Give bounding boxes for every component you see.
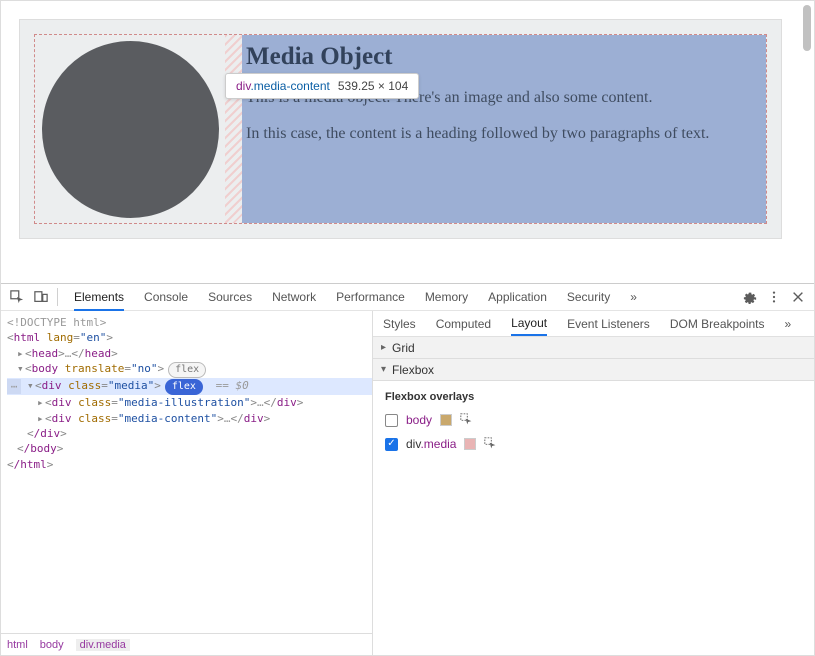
chevron-down-icon[interactable]: ▾ bbox=[381, 364, 386, 375]
dom-html-close[interactable]: </html> bbox=[7, 457, 372, 472]
page-scrollbar[interactable] bbox=[803, 5, 811, 279]
overlay-label-media[interactable]: div.media bbox=[406, 437, 456, 451]
breadcrumb-body[interactable]: body bbox=[40, 639, 64, 651]
tab-network[interactable]: Network bbox=[272, 290, 316, 305]
overlay-row-media: div.media bbox=[385, 437, 802, 451]
tooltip-classname: .media-content bbox=[250, 79, 329, 93]
expand-triangle-icon[interactable] bbox=[17, 346, 25, 361]
dom-head[interactable]: <head>…</head> bbox=[7, 346, 372, 361]
scrollbar-thumb[interactable] bbox=[803, 5, 811, 51]
dom-div-close[interactable]: </div> bbox=[7, 426, 372, 441]
device-toolbar-icon[interactable] bbox=[33, 289, 49, 305]
overlay-checkbox-media[interactable] bbox=[385, 438, 398, 451]
media-flex-overlay: Media Object This is a media object. The… bbox=[34, 34, 767, 224]
subtabs-overflow[interactable]: » bbox=[785, 317, 792, 331]
overlays-heading: Flexbox overlays bbox=[385, 391, 802, 403]
section-flexbox[interactable]: ▾ Flexbox bbox=[373, 359, 814, 381]
page-preview: Media Object This is a media object. The… bbox=[1, 1, 814, 283]
page-inner: Media Object This is a media object. The… bbox=[5, 5, 796, 279]
tab-performance[interactable]: Performance bbox=[336, 290, 405, 305]
media-container: Media Object This is a media object. The… bbox=[19, 19, 782, 239]
tooltip-tagname: div bbox=[236, 79, 250, 93]
dom-child-illustration[interactable]: <div class="media-illustration">…</div> bbox=[7, 395, 372, 410]
circle-image-placeholder bbox=[42, 41, 219, 218]
dom-tree[interactable]: <!DOCTYPE html> <html lang="en"> <head>…… bbox=[1, 311, 372, 633]
gutter-ellipsis-icon[interactable]: ⋯ bbox=[7, 379, 21, 394]
close-icon[interactable] bbox=[790, 289, 806, 305]
dom-doctype[interactable]: <!DOCTYPE html> bbox=[7, 315, 372, 330]
devtools-tabs: Elements Console Sources Network Perform… bbox=[74, 290, 734, 305]
tab-console[interactable]: Console bbox=[144, 290, 188, 305]
overlay-swatch-media[interactable] bbox=[464, 438, 476, 450]
dollar-zero-label: == $0 bbox=[209, 379, 249, 392]
tab-elements[interactable]: Elements bbox=[74, 290, 124, 311]
overlay-label-body[interactable]: body bbox=[406, 413, 432, 427]
media-heading: Media Object bbox=[246, 43, 760, 71]
subtab-layout[interactable]: Layout bbox=[511, 316, 547, 336]
subtab-event-listeners[interactable]: Event Listeners bbox=[567, 317, 650, 331]
tab-security[interactable]: Security bbox=[567, 290, 610, 305]
subtab-styles[interactable]: Styles bbox=[383, 317, 416, 331]
overlay-checkbox-body[interactable] bbox=[385, 414, 398, 427]
select-element-icon[interactable] bbox=[460, 413, 474, 427]
section-grid[interactable]: ▸ Grid bbox=[373, 337, 814, 359]
media-illustration bbox=[35, 35, 225, 223]
dom-breadcrumb: html body div.media bbox=[1, 633, 372, 655]
devtools-toolbar: Elements Console Sources Network Perform… bbox=[1, 283, 814, 311]
overlay-row-body: body bbox=[385, 413, 802, 427]
media-content-highlight: Media Object This is a media object. The… bbox=[242, 35, 766, 223]
breadcrumb-current[interactable]: div.media bbox=[76, 639, 130, 651]
flex-gap-hatching bbox=[225, 35, 242, 223]
tab-application[interactable]: Application bbox=[488, 290, 547, 305]
section-flexbox-label: Flexbox bbox=[392, 363, 434, 377]
subtab-computed[interactable]: Computed bbox=[436, 317, 491, 331]
tab-sources[interactable]: Sources bbox=[208, 290, 252, 305]
tooltip-dimensions: 539.25 × 104 bbox=[338, 79, 408, 93]
expand-triangle-icon[interactable] bbox=[37, 411, 45, 426]
tab-memory[interactable]: Memory bbox=[425, 290, 468, 305]
subtab-dom-breakpoints[interactable]: DOM Breakpoints bbox=[670, 317, 765, 331]
inspector-hover-tooltip: div.media-content 539.25 × 104 bbox=[225, 73, 419, 99]
dom-html-open[interactable]: <html lang="en"> bbox=[7, 330, 372, 345]
dom-child-content[interactable]: <div class="media-content">…</div> bbox=[7, 411, 372, 426]
chevron-right-icon[interactable]: ▸ bbox=[381, 342, 386, 353]
toolbar-separator bbox=[57, 288, 58, 306]
expand-triangle-icon[interactable] bbox=[37, 395, 45, 410]
gear-icon[interactable] bbox=[742, 289, 758, 305]
select-element-icon[interactable] bbox=[484, 437, 498, 451]
flexbox-panel: Flexbox overlays body div.media bbox=[373, 381, 814, 471]
inspect-element-icon[interactable] bbox=[9, 289, 25, 305]
styles-subtabs: Styles Computed Layout Event Listeners D… bbox=[373, 311, 814, 337]
tabs-overflow[interactable]: » bbox=[630, 290, 637, 305]
flex-badge[interactable]: flex bbox=[168, 362, 206, 378]
more-vertical-icon[interactable] bbox=[766, 289, 782, 305]
section-grid-label: Grid bbox=[392, 341, 415, 355]
dom-selected-node[interactable]: ⋯ <div class="media">flex == $0 bbox=[7, 378, 372, 395]
overlay-swatch-body[interactable] bbox=[440, 414, 452, 426]
expand-triangle-icon[interactable] bbox=[27, 378, 35, 393]
media-paragraph-2: In this case, the content is a heading f… bbox=[246, 125, 760, 143]
flex-badge-active[interactable]: flex bbox=[165, 379, 203, 395]
breadcrumb-html[interactable]: html bbox=[7, 639, 28, 651]
dom-body-open[interactable]: <body translate="no">flex bbox=[7, 361, 372, 378]
expand-triangle-icon[interactable] bbox=[17, 361, 25, 376]
dom-body-close[interactable]: </body> bbox=[7, 441, 372, 456]
